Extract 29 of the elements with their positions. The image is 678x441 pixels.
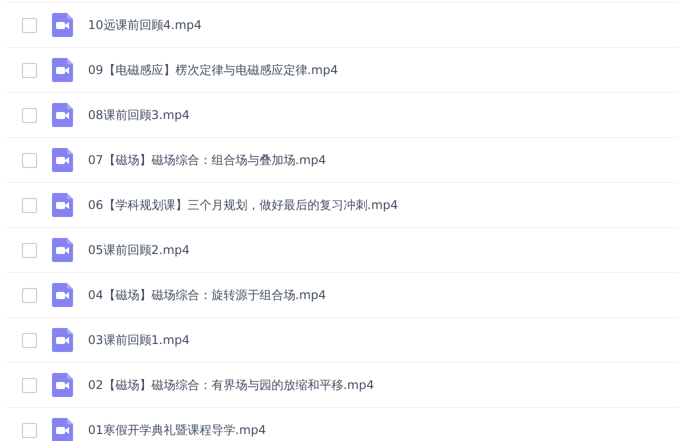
checkbox[interactable] [22,288,37,302]
video-file-icon [52,328,73,352]
file-name[interactable]: 09【电磁感应】楞次定律与电磁感应定律.mp4 [88,62,338,78]
file-name[interactable]: 02【磁场】磁场综合：有界场与园的放缩和平移.mp4 [88,376,374,394]
video-file-icon [52,58,73,82]
checkbox[interactable] [22,332,37,348]
checkbox[interactable] [22,62,37,78]
checkbox[interactable] [22,108,37,122]
file-name[interactable]: 01寒假开学典礼暨课程导学.mp4 [88,422,266,438]
file-name[interactable]: 03课前回顾1.mp4 [88,332,190,348]
checkbox[interactable] [22,242,37,258]
video-file-icon [52,103,73,127]
file-name[interactable]: 07【磁场】磁场综合：组合场与叠加场.mp4 [88,152,326,168]
file-name[interactable]: 05课前回顾2.mp4 [88,242,190,258]
video-file-icon [52,148,73,172]
video-file-icon [52,238,73,262]
checkbox[interactable] [22,422,37,438]
checkbox[interactable] [22,378,37,392]
video-file-icon [52,13,73,37]
file-name[interactable]: 04【磁场】磁场综合：旋转源于组合场.mp4 [88,286,326,304]
checkbox[interactable] [22,18,37,32]
checkbox[interactable] [22,198,37,212]
checkbox[interactable] [22,152,37,168]
video-file-icon [52,193,73,217]
video-file-icon [52,373,73,397]
file-name[interactable]: 06【学科规划课】三个月规划，做好最后的复习冲刺.mp4 [88,196,398,214]
file-name[interactable]: 10远课前回顾4.mp4 [88,16,202,34]
video-file-icon [52,283,73,307]
file-name[interactable]: 08课前回顾3.mp4 [88,106,190,124]
